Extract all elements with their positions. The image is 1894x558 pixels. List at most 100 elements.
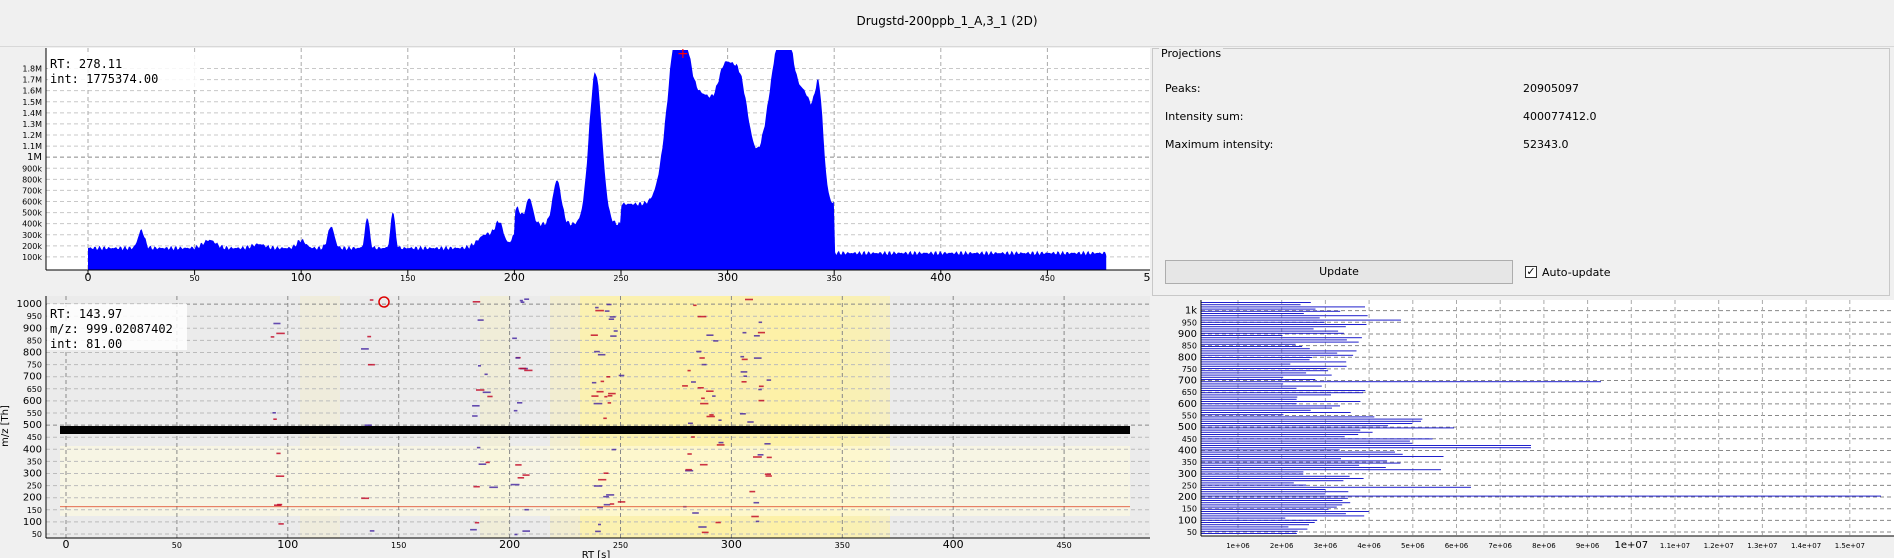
tic-x-tick: 50 — [190, 274, 200, 283]
tic-y-tick: 1M — [27, 152, 42, 163]
heat-x-tick: 0 — [63, 538, 70, 551]
mzp-x-tick: 2e+06 — [1270, 542, 1294, 550]
heat-y-tick: 650 — [27, 385, 42, 394]
mzp-x-tick: 7e+06 — [1488, 542, 1512, 550]
heat-y-tick: 250 — [27, 482, 42, 491]
mzp-y-tick: 750 — [1182, 365, 1197, 374]
mzp-y-tick: 500 — [1178, 422, 1197, 433]
tic-x-tick: 500 — [1144, 271, 1151, 284]
mzp-x-tick: 1.1e+07 — [1660, 542, 1690, 550]
mzp-x-tick: 1e+06 — [1226, 542, 1250, 550]
heat-y-tick: 750 — [27, 361, 42, 370]
mzp-y-tick: 200 — [1178, 492, 1197, 503]
tic-y-tick: 800k — [22, 175, 42, 184]
heat-y-tick: 1000 — [17, 299, 42, 310]
mzp-y-tick: 600 — [1178, 399, 1197, 410]
auto-update-label: Auto-update — [1542, 266, 1611, 279]
tic-y-tick: 500k — [22, 209, 42, 218]
projections-title: Projections — [1159, 47, 1224, 60]
heat-y-tick: 350 — [27, 457, 42, 466]
y-axis-label: m/z [Th] — [0, 405, 11, 447]
tic-x-tick: 400 — [930, 271, 951, 284]
heat-x-tick: 350 — [835, 541, 850, 550]
heat-y-tick: 700 — [23, 372, 42, 383]
mzp-x-tick: 1.4e+07 — [1791, 542, 1821, 550]
mzp-y-tick: 700 — [1178, 376, 1197, 387]
mzp-y-tick: 350 — [1182, 458, 1197, 467]
mzp-y-tick: 100 — [1178, 515, 1197, 526]
tic-y-tick: 1.5M — [22, 98, 42, 107]
mzp-x-tick: 1.5e+07 — [1835, 542, 1865, 550]
max-intensity-label: Maximum intensity: — [1165, 138, 1274, 151]
mzp-y-tick: 250 — [1182, 481, 1197, 490]
heat-y-tick: 450 — [27, 433, 42, 442]
intensity-sum-label: Intensity sum: — [1165, 110, 1244, 123]
heat-y-tick: 900 — [23, 323, 42, 334]
mzp-y-tick: 150 — [1182, 505, 1197, 514]
heat-y-tick: 100 — [23, 517, 42, 528]
heat-x-tick: 250 — [613, 541, 628, 550]
tic-y-tick: 600k — [22, 198, 42, 207]
title-bar: Drugstd-200ppb_1_A,3_1 (2D) — [0, 0, 1894, 47]
tic-y-tick: 900k — [22, 164, 42, 173]
tic-y-tick: 200k — [22, 242, 42, 251]
heat-x-tick: 200 — [499, 538, 520, 551]
update-button[interactable]: Update — [1165, 260, 1513, 284]
mzp-y-tick: 300 — [1178, 469, 1197, 480]
mzp-x-tick: 5e+06 — [1401, 542, 1425, 550]
mzp-x-tick: 8e+06 — [1532, 542, 1556, 550]
tic-x-tick: 350 — [827, 274, 842, 283]
tic-readout-int: int: 1775374.00 — [50, 72, 158, 86]
heat-readout-rt: RT: 143.97 — [50, 307, 122, 321]
heat-x-tick: 50 — [172, 541, 182, 550]
peaks-value: 20905097 — [1523, 82, 1579, 95]
heat-x-tick: 150 — [391, 541, 406, 550]
heat-y-tick: 500 — [23, 420, 42, 431]
window-title: Drugstd-200ppb_1_A,3_1 (2D) — [856, 14, 1038, 28]
tic-y-tick: 700k — [22, 186, 42, 195]
mzp-y-tick: 450 — [1182, 435, 1197, 444]
selection-line — [60, 426, 1130, 434]
mzp-x-tick: 3e+06 — [1314, 542, 1338, 550]
tic-y-tick: 1.2M — [22, 131, 42, 140]
mz-projection-chart[interactable]: 50 100150 200 250300 350 400450 500550 600 65070… — [1152, 296, 1894, 558]
tic-x-tick: 450 — [1040, 274, 1055, 283]
mzp-x-tick: 1.3e+07 — [1747, 542, 1777, 550]
heat-y-tick: 550 — [27, 409, 42, 418]
tic-x-tick: 0 — [85, 271, 92, 284]
heat-x-tick: 450 — [1056, 541, 1071, 550]
auto-update-checkbox[interactable]: ✓ — [1525, 266, 1537, 278]
heat-x-tick: 100 — [277, 538, 298, 551]
heat-x-tick: 400 — [943, 538, 964, 551]
tic-y-tick: 1.7M — [22, 76, 42, 85]
tic-y-tick: 300k — [22, 231, 42, 240]
tic-y-tick: 100k — [22, 253, 42, 262]
mzp-y-tick: 950 — [1182, 318, 1197, 327]
tic-chart[interactable]: 100k200k300k400k500k600k700k800k900k1M1.… — [0, 48, 1150, 284]
tic-x-tick: 150 — [400, 274, 415, 283]
tic-y-tick: 1.4M — [22, 109, 42, 118]
tic-x-tick: 250 — [613, 274, 628, 283]
mzp-y-tick: 400 — [1178, 445, 1197, 456]
mzp-x-tick: 6e+06 — [1445, 542, 1469, 550]
peaks-label: Peaks: — [1165, 82, 1201, 95]
mzp-x-tick: 1e+07 — [1614, 540, 1648, 551]
heat-y-tick: 400 — [23, 444, 42, 455]
mzp-x-tick: 4e+06 — [1357, 542, 1381, 550]
tic-y-tick: 1.3M — [22, 120, 42, 129]
heat-y-tick: 600 — [23, 396, 42, 407]
heat-y-tick: 950 — [27, 312, 42, 321]
tic-y-tick: 1.1M — [22, 142, 42, 151]
mzp-y-tick: 800 — [1178, 352, 1197, 363]
mz-rt-heatmap[interactable]: 50 100 150 200 250 300 350 400 450 500 550 600 650 70… — [0, 296, 1150, 558]
tic-y-tick: 400k — [22, 220, 42, 229]
mzp-y-tick: 900 — [1178, 329, 1197, 340]
heat-readout-int: int: 81.00 — [50, 337, 122, 351]
x-axis-label: RT [s] — [582, 550, 611, 558]
tic-x-tick: 300 — [717, 271, 738, 284]
mzp-x-tick: 1.2e+07 — [1704, 542, 1734, 550]
tic-x-tick: 200 — [504, 271, 525, 284]
heat-y-tick: 300 — [23, 469, 42, 480]
mzp-y-tick: 850 — [1182, 342, 1197, 351]
mzp-y-tick: 650 — [1182, 388, 1197, 397]
